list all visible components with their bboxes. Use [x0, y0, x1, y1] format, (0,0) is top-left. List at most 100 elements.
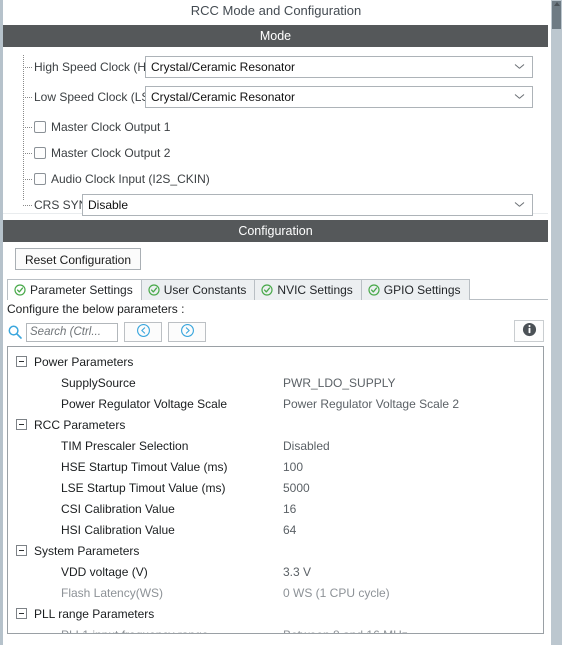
table-row[interactable]: VDD voltage (V) 3.3 V [8, 561, 543, 582]
group-row-system-parameters[interactable]: System Parameters [8, 540, 543, 561]
table-row: PLL1 input frequency range Between 8 and… [8, 624, 543, 634]
param-name: TIM Prescaler Selection [61, 438, 189, 453]
param-value: Disabled [283, 438, 330, 453]
param-name: HSE Startup Timout Value (ms) [61, 459, 228, 474]
info-icon [522, 322, 537, 340]
tree-connector [23, 126, 32, 128]
hse-select[interactable]: Crystal/Ceramic Resonator [145, 56, 533, 78]
chevron-down-icon [515, 64, 524, 70]
vertical-scrollbar[interactable] [551, 0, 562, 645]
tab-label: GPIO Settings [383, 283, 461, 297]
configure-parameters-note: Configure the below parameters : [7, 302, 185, 316]
group-row-power-parameters[interactable]: Power Parameters [8, 351, 543, 372]
param-name: PLL1 input frequency range [61, 628, 283, 634]
checkbox-row-mco1[interactable]: Master Clock Output 1 [23, 115, 170, 139]
chevron-down-icon [515, 94, 524, 100]
lse-select[interactable]: Crystal/Ceramic Resonator [145, 86, 533, 108]
param-value: 16 [283, 501, 297, 516]
hse-select-value: Crystal/Ceramic Resonator [151, 60, 296, 74]
table-row[interactable]: HSE Startup Timout Value (ms) 100 [8, 456, 543, 477]
checkbox-row-audio-clock-input[interactable]: Audio Clock Input (I2S_CKIN) [23, 167, 210, 191]
table-row[interactable]: HSI Calibration Value 64 [8, 519, 543, 540]
group-label: System Parameters [34, 543, 140, 558]
tab-label: Parameter Settings [30, 283, 133, 297]
table-row[interactable]: SupplySource PWR_LDO_SUPPLY [8, 372, 543, 393]
audio-clock-input-checkbox[interactable] [34, 173, 46, 185]
param-value: 0 WS (1 CPU cycle) [283, 585, 390, 600]
table-row: Flash Latency(WS) 0 WS (1 CPU cycle) [8, 582, 543, 603]
table-row[interactable]: TIM Prescaler Selection Disabled [8, 435, 543, 456]
tree-connector [23, 66, 32, 68]
group-row-pll-range-parameters[interactable]: PLL range Parameters [8, 603, 543, 624]
lse-label: Low Speed Clock (LSE) [34, 90, 162, 104]
search-toolbar [7, 321, 544, 343]
param-name: Flash Latency(WS) [61, 585, 164, 600]
master-clock-output-2-checkbox[interactable] [34, 147, 46, 159]
table-row[interactable]: CSI Calibration Value 16 [8, 498, 543, 519]
table-row[interactable]: Power Regulator Voltage Scale Power Regu… [8, 393, 543, 414]
minus-box-icon[interactable] [16, 608, 27, 619]
tab-user-constants[interactable]: User Constants [140, 279, 256, 300]
rcc-configuration-panel: RCC Mode and Configuration Mode High Spe… [0, 0, 562, 645]
scroll-up-arrow-icon[interactable] [554, 2, 560, 6]
param-value: PWR_LDO_SUPPLY [283, 375, 396, 390]
minus-box-icon[interactable] [16, 545, 27, 556]
configuration-tabs: Parameter Settings User Constants NVIC S… [7, 278, 548, 301]
chevron-down-icon [515, 202, 524, 208]
tree-connector [23, 96, 32, 98]
info-button[interactable] [514, 320, 544, 342]
mode-row-lse: Low Speed Clock (LSE) [23, 85, 161, 109]
mode-section-body: High Speed Clock (HSE) Crystal/Ceramic R… [3, 47, 548, 216]
group-label: RCC Parameters [34, 417, 126, 432]
lse-select-value: Crystal/Ceramic Resonator [151, 90, 296, 104]
check-circle-icon [148, 284, 160, 296]
tab-label: User Constants [163, 283, 247, 297]
master-clock-output-1-label: Master Clock Output 1 [51, 120, 171, 134]
tab-gpio-settings[interactable]: GPIO Settings [360, 279, 470, 300]
tree-connector [23, 152, 32, 154]
check-circle-icon [368, 284, 380, 296]
tab-nvic-settings[interactable]: NVIC Settings [254, 279, 362, 300]
configuration-section-body: Reset Configuration Parameter Settings U… [3, 242, 548, 645]
tree-connector [23, 178, 32, 180]
parameter-tree[interactable]: Power Parameters SupplySource PWR_LDO_SU… [7, 346, 544, 634]
search-next-button[interactable] [168, 322, 206, 342]
minus-box-icon[interactable] [16, 356, 27, 367]
table-row[interactable]: LSE Startup Timout Value (ms) 5000 [8, 477, 543, 498]
circle-left-arrow-icon [136, 323, 151, 341]
page-title: RCC Mode and Configuration [3, 0, 549, 22]
configuration-section-header: Configuration [3, 220, 548, 242]
master-clock-output-2-label: Master Clock Output 2 [51, 146, 171, 160]
group-label: Power Parameters [34, 354, 134, 369]
search-icon [7, 324, 23, 340]
audio-clock-input-label: Audio Clock Input (I2S_CKIN) [51, 172, 210, 186]
group-row-rcc-parameters[interactable]: RCC Parameters [8, 414, 543, 435]
param-name: Power Regulator Voltage Scale [61, 396, 228, 411]
group-label: PLL range Parameters [34, 606, 155, 621]
search-prev-button[interactable] [124, 322, 162, 342]
tab-label: NVIC Settings [277, 283, 353, 297]
param-value: 3.3 V [283, 564, 312, 579]
check-circle-icon [261, 284, 274, 296]
tab-parameter-settings[interactable]: Parameter Settings [7, 279, 142, 301]
param-name: VDD voltage (V) [61, 564, 148, 579]
minus-box-icon[interactable] [16, 419, 27, 430]
tree-connector [23, 204, 32, 206]
param-value: Between 8 and 16 MHz [283, 628, 408, 634]
checkbox-row-mco2[interactable]: Master Clock Output 2 [23, 141, 170, 165]
mode-section-header: Mode [3, 25, 548, 47]
param-name: CSI Calibration Value [61, 501, 175, 516]
crs-sync-select[interactable]: Disable [82, 194, 533, 216]
param-name: LSE Startup Timout Value (ms) [61, 480, 226, 495]
search-input[interactable] [26, 322, 118, 342]
crs-sync-value: Disable [88, 198, 129, 212]
param-name: HSI Calibration Value [61, 522, 175, 537]
reset-configuration-button[interactable]: Reset Configuration [15, 248, 141, 270]
master-clock-output-1-checkbox[interactable] [34, 121, 46, 133]
param-value: Power Regulator Voltage Scale 2 [283, 396, 460, 411]
param-value: 100 [283, 459, 304, 474]
circle-right-arrow-icon [180, 323, 195, 341]
param-value: 5000 [283, 480, 310, 495]
param-name: SupplySource [61, 375, 136, 390]
check-circle-icon [14, 284, 26, 296]
